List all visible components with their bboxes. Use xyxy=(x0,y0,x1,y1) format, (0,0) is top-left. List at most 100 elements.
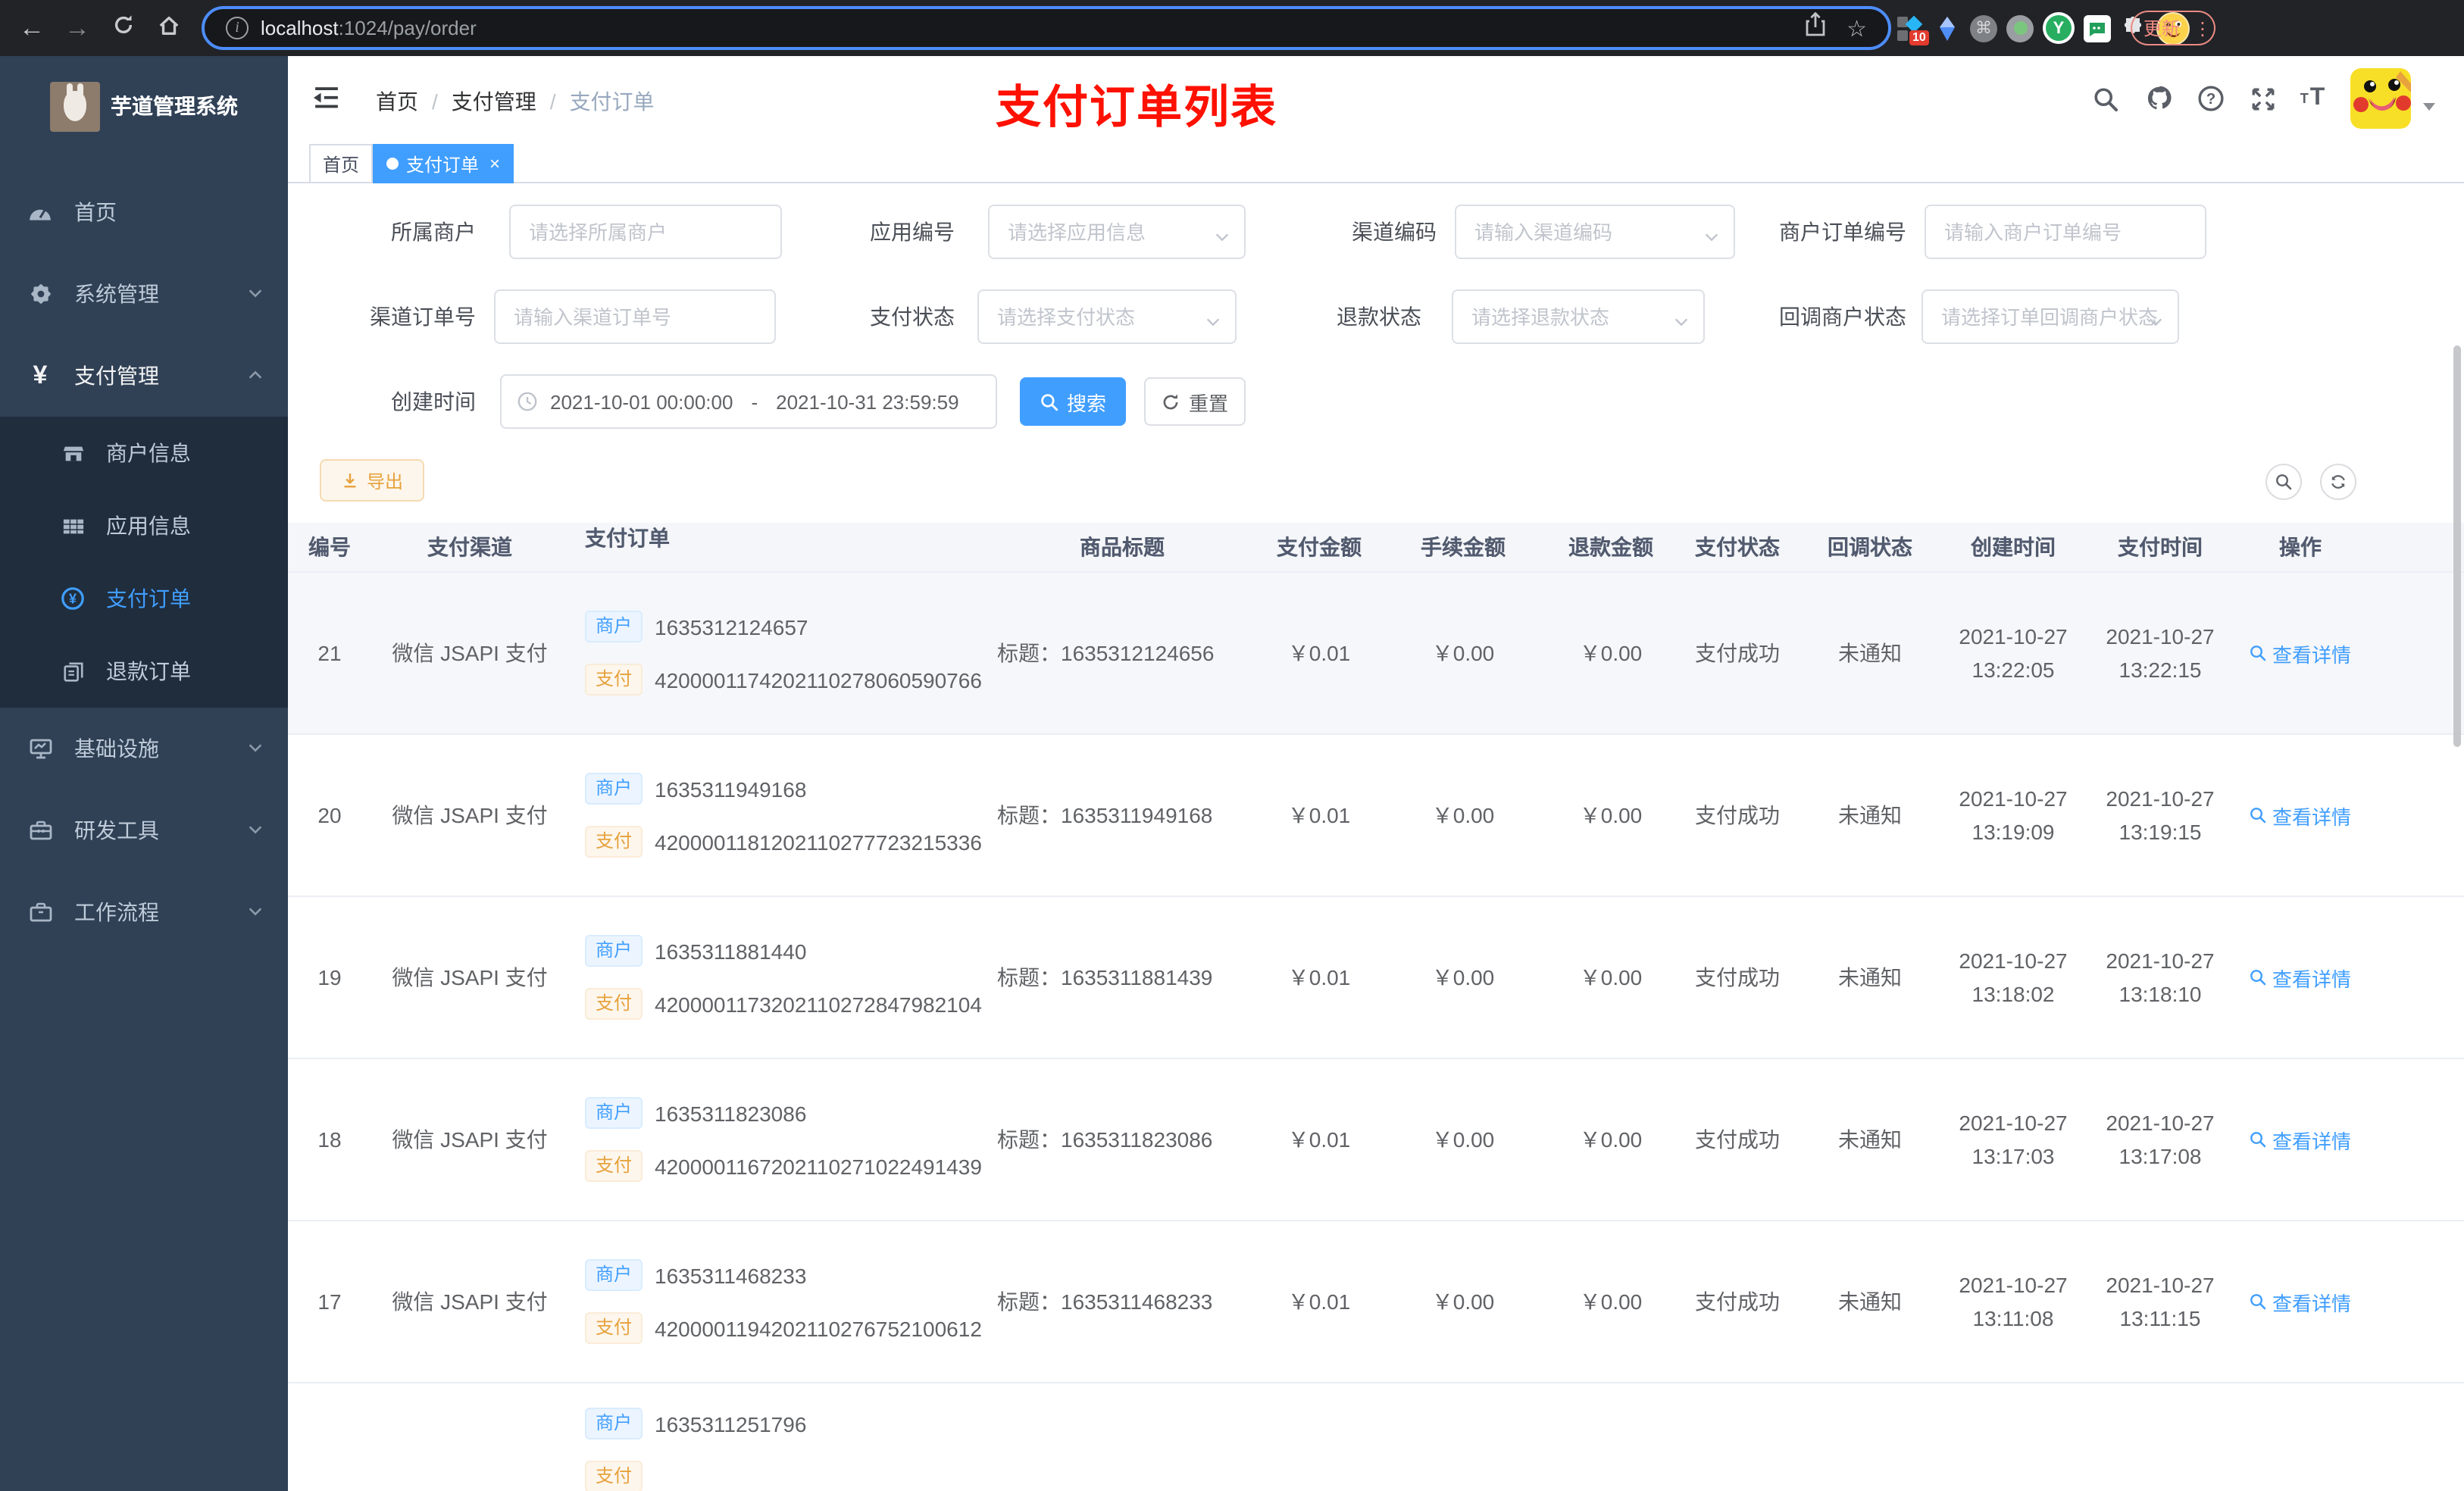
view-detail-link[interactable]: 查看详情 xyxy=(2250,639,2351,667)
toolbox-icon xyxy=(27,817,53,843)
chevron-down-icon xyxy=(247,818,264,842)
tab-close-icon[interactable]: × xyxy=(489,155,500,173)
pay-tag: 支付 xyxy=(585,826,643,858)
col-refund: 退款金额 xyxy=(1568,535,1653,559)
notify-status-select[interactable] xyxy=(1921,289,2179,344)
merchant-input[interactable] xyxy=(509,205,782,259)
date-end: 2021-10-31 23:59:59 xyxy=(776,390,959,413)
logo-rabbit-image xyxy=(50,81,100,131)
reset-button[interactable]: 重置 xyxy=(1144,377,1246,426)
product-title: 标题：1635311468233 xyxy=(997,1289,1213,1314)
col-pay-status: 支付状态 xyxy=(1695,535,1780,559)
view-detail-link[interactable]: 查看详情 xyxy=(2250,801,2351,830)
extension-chat-icon[interactable] xyxy=(2084,14,2111,42)
app-select[interactable] xyxy=(988,205,1246,259)
merchant-order-no: 1635311468233 xyxy=(655,1263,807,1287)
sidebar-item-payment[interactable]: ¥ 支付管理 xyxy=(0,335,288,417)
channel-order-no-input[interactable] xyxy=(494,289,776,344)
pay-status-select[interactable] xyxy=(977,289,1237,344)
help-icon[interactable]: ? xyxy=(2197,85,2225,112)
gear-icon xyxy=(27,281,53,307)
sidebar-item-refund-order[interactable]: 退款订单 xyxy=(0,635,288,708)
refund-amount: ￥0.00 xyxy=(1579,965,1643,989)
view-detail-link[interactable]: 查看详情 xyxy=(2250,1125,2351,1154)
chrome-update-button[interactable]: 更新 xyxy=(2131,11,2191,45)
scrollbar[interactable] xyxy=(2453,345,2461,747)
merchant-tag: 商户 xyxy=(585,1259,643,1291)
col-amount: 支付金额 xyxy=(1277,535,1362,559)
refresh-button[interactable] xyxy=(2320,464,2356,500)
extension-kite-icon[interactable] xyxy=(1934,14,1961,42)
order-id: 20 xyxy=(317,803,342,827)
sidebar-item-merchant-info[interactable]: 商户信息 xyxy=(0,417,288,489)
sidebar-item-dev-tools[interactable]: 研发工具 xyxy=(0,789,288,871)
date-separator: - xyxy=(751,390,758,413)
fullscreen-icon[interactable] xyxy=(2249,85,2276,112)
pay-order-cell: 商户 1635311468233 支付 42000011942021102767… xyxy=(573,1221,997,1382)
sidebar-item-system[interactable]: 系统管理 xyxy=(0,253,288,335)
browser-home-icon[interactable] xyxy=(145,13,191,43)
browser-back-icon[interactable]: ← xyxy=(9,13,55,43)
search-icon[interactable] xyxy=(2091,85,2118,112)
sidebar-item-label: 支付订单 xyxy=(106,586,191,611)
action-cell: 查看详情 xyxy=(2234,573,2367,733)
sidebar-item-label: 系统管理 xyxy=(74,282,159,306)
merchant-order-no: 1635312124657 xyxy=(655,614,808,639)
notify-status: 未通知 xyxy=(1838,641,1902,665)
app-logo[interactable]: 芋道管理系统 xyxy=(0,68,288,144)
merchant-order-no: 1635311251796 xyxy=(655,1411,807,1436)
sidebar-item-pay-order[interactable]: ¥ 支付订单 xyxy=(0,562,288,635)
browser-reload-icon[interactable] xyxy=(100,13,145,43)
pay-clock: 13:11:15 xyxy=(2119,1306,2201,1330)
pay-amount: ￥0.01 xyxy=(1287,1289,1351,1314)
product-title: 标题：1635311823086 xyxy=(997,1127,1213,1152)
extension-record-icon[interactable] xyxy=(2006,14,2034,42)
tab-home[interactable]: 首页 xyxy=(309,144,374,183)
site-info-icon[interactable]: i xyxy=(226,17,249,39)
view-detail-link[interactable]: 查看详情 xyxy=(2250,1287,2351,1316)
bookmark-star-icon[interactable]: ☆ xyxy=(1846,14,1867,42)
github-icon[interactable] xyxy=(2146,85,2173,112)
extension-command-icon[interactable]: ⌘ xyxy=(1970,14,1997,42)
font-size-icon[interactable]: TT xyxy=(2299,85,2326,112)
search-button[interactable]: 搜索 xyxy=(1020,377,1126,426)
sidebar-item-infra[interactable]: 基础设施 xyxy=(0,708,288,789)
grid-icon xyxy=(61,514,85,538)
chevron-up-icon xyxy=(247,364,264,388)
header-actions: ? TT xyxy=(288,56,2464,139)
extension-badge-icon[interactable]: 10 xyxy=(1897,14,1929,45)
url-text: localhost:1024/pay/order xyxy=(261,17,477,39)
product-title: 标题：1635311881439 xyxy=(997,965,1213,989)
url-bar[interactable]: i localhost:1024/pay/order ☆ xyxy=(202,6,1891,50)
tab-label: 首页 xyxy=(323,154,360,175)
view-detail-link[interactable]: 查看详情 xyxy=(2250,963,2351,992)
toggle-search-button[interactable] xyxy=(2265,464,2302,500)
refund-status-select[interactable] xyxy=(1452,289,1705,344)
extension-badge-count: 10 xyxy=(1909,30,1929,45)
pay-amount: ￥0.01 xyxy=(1287,803,1351,827)
merchant-order-no-input[interactable] xyxy=(1925,205,2206,259)
table-row: 18 微信 JSAPI 支付 商户 1635311823086 支付 42000… xyxy=(288,1059,2464,1221)
avatar-caret-icon[interactable] xyxy=(2423,103,2435,117)
sidebar-item-label: 工作流程 xyxy=(74,900,159,924)
browser-forward-icon[interactable]: → xyxy=(55,13,100,43)
share-icon[interactable] xyxy=(1804,11,1825,44)
sidebar-item-app-info[interactable]: 应用信息 xyxy=(0,489,288,562)
pay-time: 2021-10-27 13:11:15 xyxy=(2087,1221,2234,1382)
tab-label: 支付订单 xyxy=(406,154,480,175)
filter-label-app: 应用编号 xyxy=(870,220,955,244)
sidebar-item-workflow[interactable]: 工作流程 xyxy=(0,871,288,953)
extension-y-icon[interactable]: Y xyxy=(2043,12,2075,44)
create-time: 2021-10-27 13:22:05 xyxy=(1940,573,2087,733)
chrome-menu-icon[interactable]: ⋮ xyxy=(2191,11,2215,45)
date-range-input[interactable]: 2021-10-01 00:00:00 - 2021-10-31 23:59:5… xyxy=(500,374,997,429)
yen-circle-icon: ¥ xyxy=(61,586,85,611)
channel-code-select[interactable] xyxy=(1455,205,1735,259)
pay-time: 2021-10-27 13:17:08 xyxy=(2087,1059,2234,1220)
export-button[interactable]: 导出 xyxy=(320,459,424,502)
tab-pay-order[interactable]: 支付订单 × xyxy=(373,144,514,183)
user-avatar[interactable] xyxy=(2350,68,2411,129)
pay-order-cell: 商户 1635311881440 支付 42000011732021102728… xyxy=(573,897,997,1058)
sidebar-item-home[interactable]: 首页 xyxy=(0,171,288,253)
pay-amount: ￥0.01 xyxy=(1287,1127,1351,1152)
